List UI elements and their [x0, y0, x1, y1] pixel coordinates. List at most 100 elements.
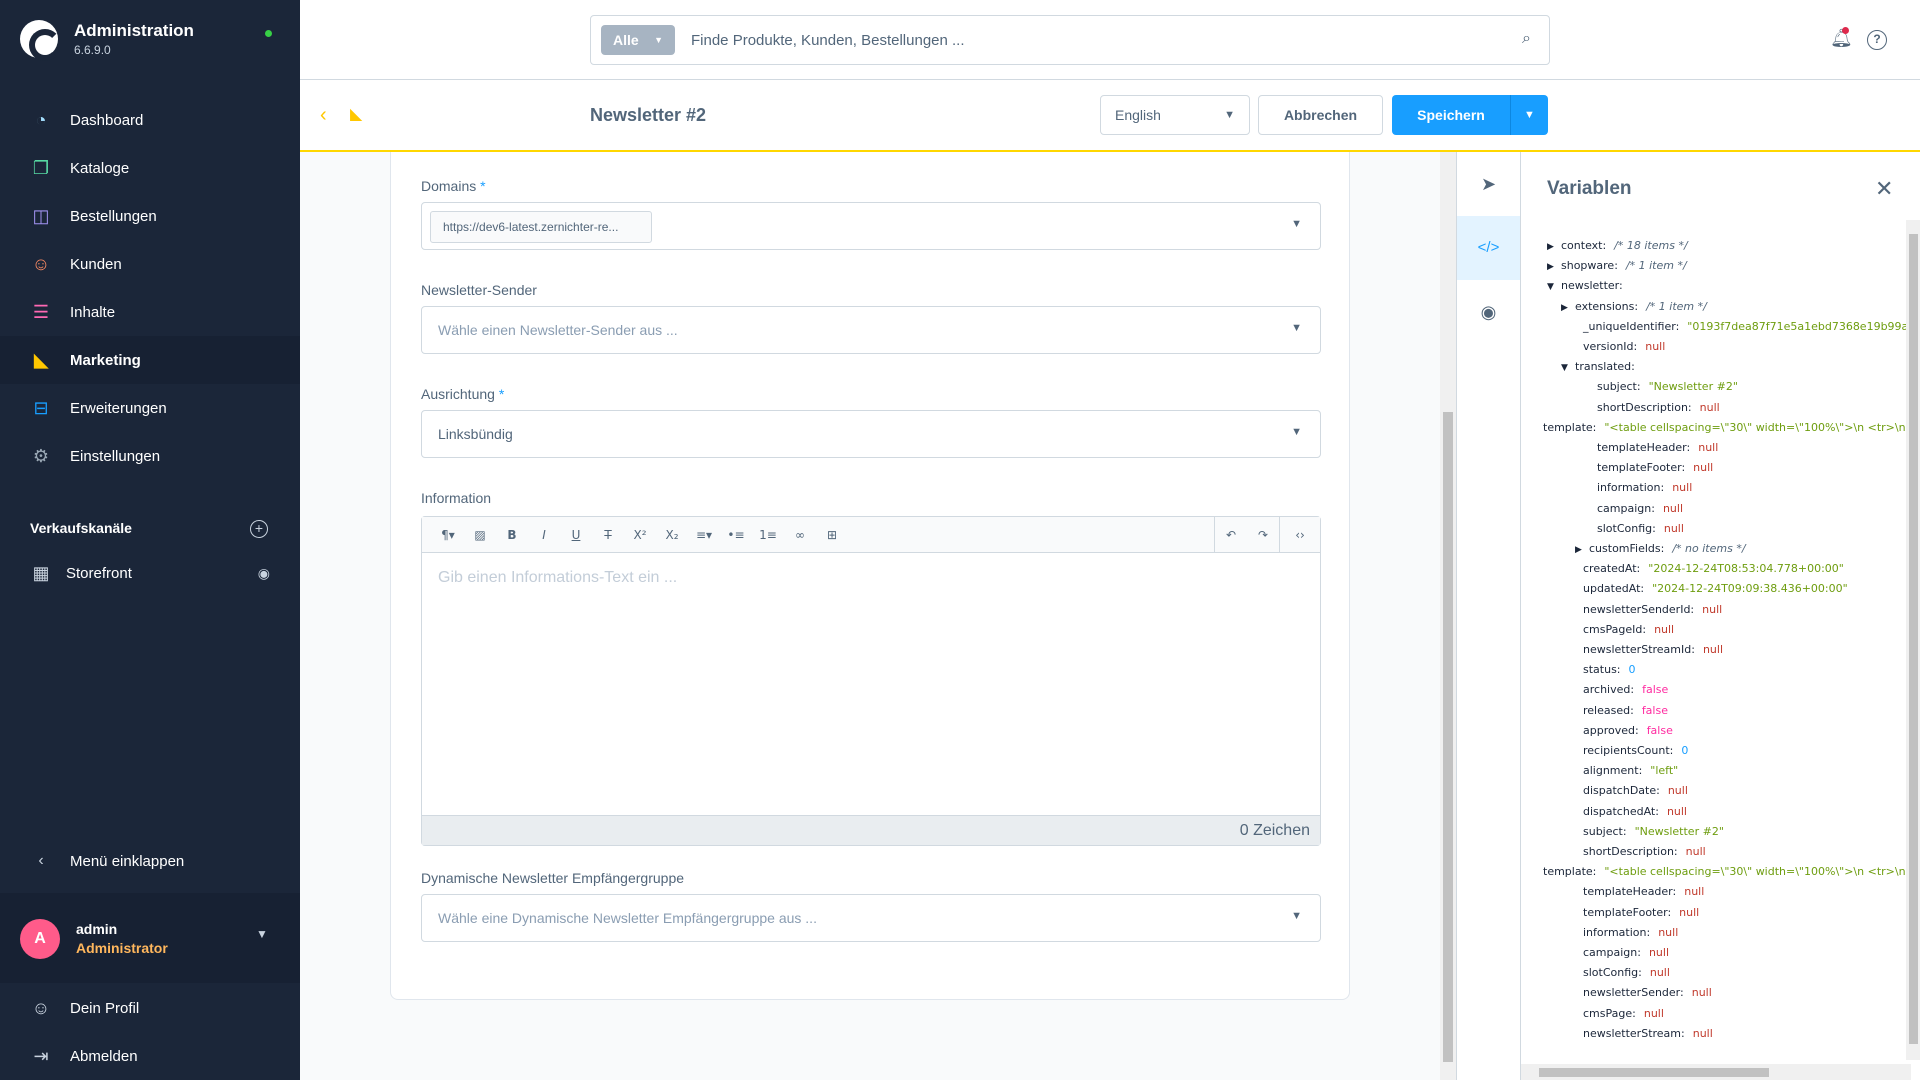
- page-title: Newsletter #2: [590, 105, 707, 125]
- variables-horizontal-scrollbar[interactable]: [1521, 1064, 1911, 1080]
- chevron-right-icon[interactable]: ▶: [1547, 237, 1561, 257]
- variable-row: _uniqueIdentifier: "0193f7dea87f71e5a1ebd…: [1583, 317, 1913, 337]
- send-icon[interactable]: ➤: [1457, 152, 1520, 216]
- variable-key: information:: [1583, 925, 1651, 939]
- nav-label: Erweiterungen: [70, 399, 167, 417]
- nav-item-marketing[interactable]: ◣ Marketing: [0, 336, 300, 384]
- chevron-right-icon[interactable]: ▶: [1547, 257, 1561, 277]
- variable-row: archived: false: [1583, 680, 1668, 700]
- table-icon[interactable]: ⊞: [816, 528, 848, 542]
- variable-row[interactable]: ▶ extensions: /* 1 item */: [1561, 297, 1707, 317]
- variable-row[interactable]: ▶ shopware: /* 1 item */: [1547, 256, 1687, 276]
- bold-icon[interactable]: B: [496, 528, 528, 542]
- chevron-down-icon[interactable]: ▼: [1547, 277, 1561, 297]
- text-color-icon[interactable]: ▨: [464, 528, 496, 542]
- variable-key: createdAt:: [1583, 562, 1641, 576]
- search-icon[interactable]: ⌕: [1522, 30, 1531, 48]
- bullet-list-icon[interactable]: •≡: [720, 528, 752, 542]
- brand-version: 6.6.9.0: [74, 43, 111, 57]
- nav-item-logout[interactable]: ⇥ Abmelden: [0, 1032, 300, 1080]
- alignment-select[interactable]: Linksbündig ▼: [421, 410, 1321, 458]
- variable-value: /* 1 item */: [1646, 299, 1707, 313]
- help-icon[interactable]: ?: [1867, 30, 1887, 50]
- numbered-list-icon[interactable]: 1≡: [752, 528, 784, 542]
- variable-value: null: [1691, 986, 1712, 1000]
- variable-value: null: [1667, 784, 1688, 798]
- content-scrollbar[interactable]: [1440, 152, 1456, 1080]
- collapse-label: Menü einklappen: [70, 852, 185, 870]
- variable-value: /* no items */: [1672, 542, 1746, 555]
- user-panel[interactable]: A admin Administrator ▼: [0, 893, 300, 983]
- variable-row[interactable]: ▼ translated:: [1561, 357, 1635, 377]
- nav-item-dashboard[interactable]: ◔ Dashboard: [0, 96, 300, 144]
- nav-item-profile[interactable]: ☺ Dein Profil: [0, 984, 300, 1032]
- italic-icon[interactable]: I: [528, 528, 560, 542]
- domains-label: Domains *: [421, 178, 486, 194]
- chevron-down-icon[interactable]: ▼: [1561, 358, 1575, 378]
- variable-row[interactable]: ▶ context: /* 18 items */: [1547, 236, 1688, 256]
- strikethrough-icon[interactable]: T: [592, 528, 624, 542]
- global-search: Alle ▼ ⌕: [590, 15, 1550, 65]
- variable-row[interactable]: ▼ newsletter:: [1547, 276, 1623, 296]
- underline-icon[interactable]: U: [560, 528, 592, 542]
- back-arrow-icon[interactable]: ‹: [320, 104, 327, 127]
- nav-item-extensions[interactable]: ⊟ Erweiterungen: [0, 384, 300, 432]
- scrollbar-thumb[interactable]: [1539, 1068, 1769, 1077]
- eye-icon[interactable]: ◉: [258, 565, 270, 582]
- variable-row[interactable]: ▶ customFields: /* no items */: [1575, 539, 1746, 559]
- language-switch[interactable]: English ▼: [1100, 95, 1250, 135]
- nav-label: Bestellungen: [70, 207, 157, 225]
- smart-bar: ‹ ◣ Newsletter #2 English ▼ Abbrechen Sp…: [300, 80, 1920, 152]
- chevron-down-icon[interactable]: ▼: [256, 927, 268, 941]
- information-placeholder[interactable]: Gib einen Informations-Text ein ...: [438, 569, 677, 587]
- domain-chip[interactable]: https://dev6-latest.zernichter-re...: [430, 211, 652, 243]
- variable-key: information:: [1597, 481, 1665, 495]
- redo-icon[interactable]: ↷: [1247, 528, 1279, 542]
- paragraph-format-icon[interactable]: ¶▾: [432, 528, 464, 542]
- scrollbar-thumb[interactable]: [1443, 412, 1453, 1062]
- chevron-right-icon[interactable]: ▶: [1575, 540, 1589, 560]
- subscript-icon[interactable]: X₂: [656, 528, 688, 542]
- undo-icon[interactable]: ↶: [1215, 528, 1247, 542]
- close-icon[interactable]: ✕: [1875, 176, 1893, 202]
- recipient-group-select[interactable]: Wähle eine Dynamische Newsletter Empfäng…: [421, 894, 1321, 942]
- variable-value: null: [1672, 481, 1693, 495]
- superscript-icon[interactable]: X²: [624, 528, 656, 542]
- collapse-menu-button[interactable]: ‹ Menü einklappen: [30, 850, 184, 872]
- nav-label: Kunden: [70, 255, 122, 273]
- scrollbar-thumb[interactable]: [1909, 234, 1918, 1044]
- link-icon[interactable]: ∞: [784, 528, 816, 542]
- search-type-select[interactable]: Alle ▼: [601, 25, 675, 55]
- nav-item-orders[interactable]: ◫ Bestellungen: [0, 192, 300, 240]
- variable-row: newsletterSenderId: null: [1583, 600, 1722, 620]
- domains-select[interactable]: https://dev6-latest.zernichter-re... ▼: [421, 202, 1321, 250]
- newsletter-sender-select[interactable]: Wähle einen Newsletter-Sender aus ... ▼: [421, 306, 1321, 354]
- code-view-icon[interactable]: ‹›: [1284, 528, 1316, 542]
- sales-channel-item-storefront[interactable]: ▦ Storefront ◉: [30, 562, 270, 584]
- nav-label: Inhalte: [70, 303, 116, 321]
- chevron-right-icon[interactable]: ▶: [1561, 298, 1575, 318]
- user-name: admin: [76, 921, 118, 937]
- cancel-button[interactable]: Abbrechen: [1258, 95, 1383, 135]
- save-options-button[interactable]: ▼: [1510, 95, 1548, 135]
- domains-label-text: Domains: [421, 178, 477, 194]
- save-button[interactable]: Speichern: [1392, 95, 1510, 135]
- add-sales-channel-icon[interactable]: +: [250, 520, 268, 538]
- preview-eye-icon[interactable]: ◉: [1457, 280, 1520, 344]
- nav-item-customers[interactable]: ☺ Kunden: [0, 240, 300, 288]
- search-input[interactable]: [691, 31, 1491, 49]
- variable-value: null: [1658, 925, 1679, 939]
- variable-key: cmsPage:: [1583, 1006, 1636, 1020]
- chevron-down-icon: ▼: [1291, 218, 1302, 230]
- nav-item-content[interactable]: ☰ Inhalte: [0, 288, 300, 336]
- variable-value: 0: [1628, 663, 1636, 677]
- code-variables-icon[interactable]: </>: [1457, 216, 1520, 280]
- variable-key: shopware:: [1561, 259, 1618, 273]
- variables-title: Variablen: [1547, 178, 1632, 199]
- variables-vertical-scrollbar[interactable]: [1906, 220, 1920, 1060]
- nav-item-settings[interactable]: ⚙ Einstellungen: [0, 432, 300, 480]
- variable-row: subject: "Newsletter #2": [1583, 822, 1724, 842]
- nav-item-catalogues[interactable]: ❐ Kataloge: [0, 144, 300, 192]
- alignment-value: Linksbündig: [438, 426, 513, 442]
- text-align-icon[interactable]: ≡▾: [688, 528, 720, 542]
